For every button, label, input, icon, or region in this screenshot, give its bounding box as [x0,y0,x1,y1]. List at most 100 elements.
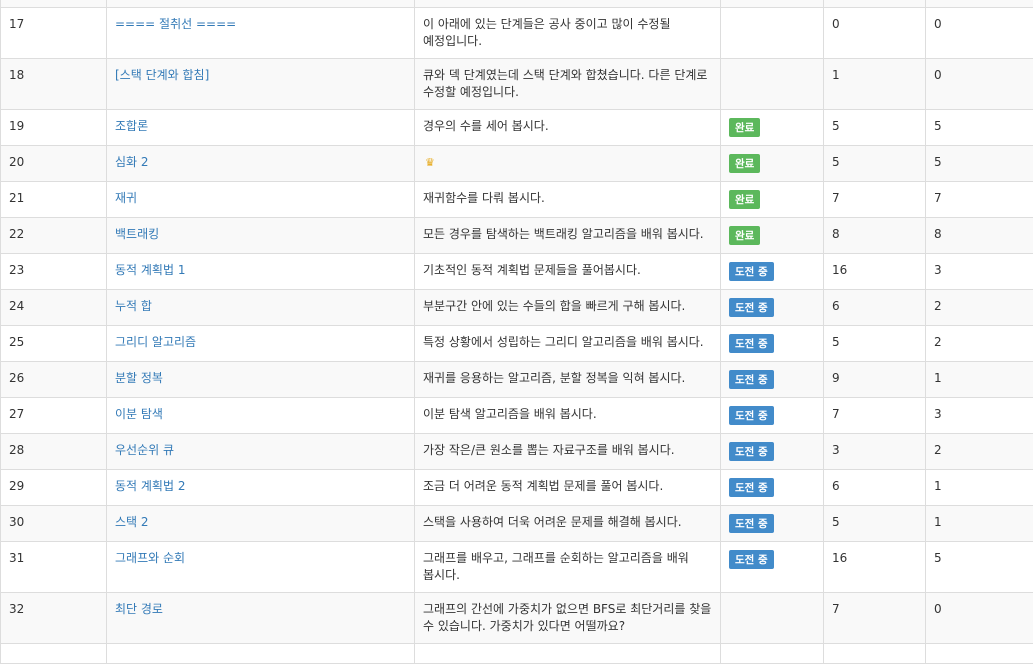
step-number: 23 [9,263,24,277]
step-title-link[interactable]: ==== 절취선 ==== [115,17,236,31]
step-number: 32 [9,602,24,616]
step-status-cell [721,8,824,59]
step-solved-count-cell: 0 [926,593,1033,644]
step-title-link[interactable]: 스택 2 [115,515,149,529]
step-title-link[interactable]: 최단 경로 [115,602,163,616]
step-title-cell: 그래프와 순회 [107,542,415,593]
step-description-cell: 그래프를 배우고, 그래프를 순회하는 알고리즘을 배워 봅시다. [415,542,721,593]
step-description: 이 아래에 있는 단계들은 공사 중이고 많이 수정될 예정입니다. [423,17,671,48]
step-title-link[interactable]: 심화 2 [115,155,149,169]
step-solved-count: 5 [934,155,942,169]
step-title-cell [107,0,415,8]
step-solved-count: 5 [934,119,942,133]
step-problem-count-cell: 16 [824,542,926,593]
step-description-cell: 이분 탐색 알고리즘을 배워 봅시다. [415,398,721,434]
step-description: 기초적인 동적 계획법 문제들을 풀어봅시다. [423,263,641,277]
step-title-cell: 조합론 [107,110,415,146]
step-status-cell: 완료 [721,182,824,218]
step-number-cell: 22 [1,218,107,254]
step-description: 조금 더 어려운 동적 계획법 문제를 풀어 봅시다. [423,479,663,493]
step-number-cell: 27 [1,398,107,434]
step-number: 28 [9,443,24,457]
step-title-link[interactable]: 이분 탐색 [115,407,163,421]
step-number: 30 [9,515,24,529]
step-solved-count: 3 [934,407,942,421]
step-title-link[interactable]: 백트래킹 [115,227,159,241]
step-solved-count: 0 [934,68,942,82]
step-description-cell: 모든 경우를 탐색하는 백트래킹 알고리즘을 배워 봅시다. [415,218,721,254]
step-title-link[interactable]: 동적 계획법 2 [115,479,185,493]
step-problem-count-cell: 16 [824,254,926,290]
step-title-cell: 심화 2 [107,146,415,182]
step-description-cell: 조금 더 어려운 동적 계획법 문제를 풀어 봅시다. [415,470,721,506]
step-number: 26 [9,371,24,385]
step-status-cell: 도전 중 [721,254,824,290]
step-title-link[interactable]: 분할 정복 [115,371,163,385]
step-status-cell: 도전 중 [721,398,824,434]
step-problem-count: 16 [832,551,847,565]
step-problem-count: 7 [832,191,840,205]
step-number-cell: 24 [1,290,107,326]
step-number-cell: 20 [1,146,107,182]
table-row: 18[스택 단계와 합침]큐와 덱 단계였는데 스택 단계와 합쳤습니다. 다른… [1,59,1033,110]
step-description-cell: 가장 작은/큰 원소를 뽑는 자료구조를 배워 봅시다. [415,434,721,470]
step-problem-count-cell: 6 [824,290,926,326]
step-number-cell: 30 [1,506,107,542]
step-solved-count-cell: 5 [926,542,1033,593]
step-solved-count-cell: 8 [926,218,1033,254]
step-title-link[interactable]: 동적 계획법 1 [115,263,185,277]
step-title-cell: 재귀 [107,182,415,218]
step-problem-count: 5 [832,155,840,169]
step-title-link[interactable]: 재귀 [115,191,137,205]
step-solved-count-cell: 1 [926,470,1033,506]
step-description-cell: 기초적인 동적 계획법 문제들을 풀어봅시다. [415,254,721,290]
status-badge: 도전 중 [729,478,774,497]
status-badge: 도전 중 [729,550,774,569]
step-title-link[interactable]: 그리디 알고리즘 [115,335,196,349]
table-row: 26분할 정복재귀를 응용하는 알고리즘, 분할 정복을 익혀 봅시다.도전 중… [1,362,1033,398]
status-badge: 도전 중 [729,442,774,461]
step-problem-count: 1 [832,68,840,82]
step-problem-count-cell: 5 [824,506,926,542]
step-description: 모든 경우를 탐색하는 백트래킹 알고리즘을 배워 봅시다. [423,227,704,241]
step-title-link[interactable]: 조합론 [115,119,148,133]
step-problem-count-cell: 6 [824,470,926,506]
step-number-cell [1,0,107,8]
step-title-link[interactable]: 누적 합 [115,299,152,313]
step-title-link[interactable]: 우선순위 큐 [115,443,174,457]
step-description-cell [415,644,721,664]
step-problem-count: 3 [832,443,840,457]
step-description-cell: 그래프의 간선에 가중치가 없으면 BFS로 최단거리를 찾을 수 있습니다. … [415,593,721,644]
step-title-link[interactable]: [스택 단계와 합침] [115,68,209,82]
step-solved-count: 0 [934,602,942,616]
step-number: 18 [9,68,24,82]
step-title-link[interactable]: 그래프와 순회 [115,551,185,565]
table-row: 31그래프와 순회그래프를 배우고, 그래프를 순회하는 알고리즘을 배워 봅시… [1,542,1033,593]
step-status-cell: 완료 [721,218,824,254]
step-solved-count-cell: 5 [926,146,1033,182]
step-number: 19 [9,119,24,133]
step-problem-count-cell: 0 [824,8,926,59]
step-status-cell [721,0,824,8]
step-title-cell: 동적 계획법 1 [107,254,415,290]
step-solved-count-cell: 5 [926,110,1033,146]
step-title-cell: 누적 합 [107,290,415,326]
step-solved-count-cell: 2 [926,290,1033,326]
step-solved-count: 3 [934,263,942,277]
step-solved-count-cell: 2 [926,434,1033,470]
step-number: 29 [9,479,24,493]
step-description: 그래프의 간선에 가중치가 없으면 BFS로 최단거리를 찾을 수 있습니다. … [423,602,711,633]
step-description-cell: 재귀를 응용하는 알고리즘, 분할 정복을 익혀 봅시다. [415,362,721,398]
step-problem-count: 5 [832,119,840,133]
step-title-cell [107,644,415,664]
step-number-cell: 18 [1,59,107,110]
step-description: 경우의 수를 세어 봅시다. [423,119,549,133]
step-solved-count: 1 [934,371,942,385]
step-number-cell: 19 [1,110,107,146]
step-problem-count-cell: 7 [824,182,926,218]
step-title-cell: 이분 탐색 [107,398,415,434]
step-number-cell [1,644,107,664]
step-description: 스택을 사용하여 더욱 어려운 문제를 해결해 봅시다. [423,515,682,529]
step-solved-count-cell: 3 [926,398,1033,434]
step-description: 그래프를 배우고, 그래프를 순회하는 알고리즘을 배워 봅시다. [423,551,689,582]
